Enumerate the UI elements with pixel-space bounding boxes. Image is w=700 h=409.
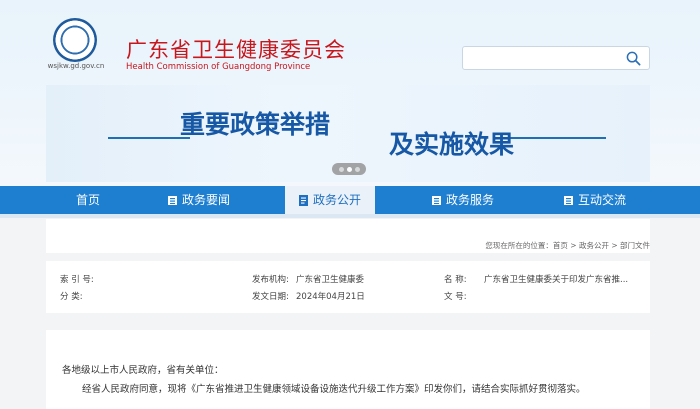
date-value: 2024年04月21日: [296, 292, 365, 302]
nav-item-interaction[interactable]: 互动交流: [564, 186, 626, 214]
docno-label: 文 号:: [444, 292, 467, 302]
document-meta-table: 索 引 号: 分 类: 发布机构: 广东省卫生健康委 发文日期: 2024年04…: [46, 261, 650, 313]
carousel-indicator: [332, 163, 366, 175]
carousel-dot[interactable]: [354, 166, 360, 172]
document-icon: [299, 194, 308, 206]
search-icon[interactable]: [626, 51, 641, 66]
site-logo[interactable]: [53, 18, 97, 62]
grid-icon: [564, 195, 573, 205]
nav-item-label: 互动交流: [578, 193, 627, 207]
nav-divider: [0, 214, 700, 218]
publisher-value: 广东省卫生健康委: [296, 275, 365, 285]
breadcrumb-panel: 您现在所在的位置：首页 > 政务公开 > 部门文件: [46, 219, 650, 253]
document-body: 各地级以上市人民政府，省有关单位： 经省人民政府同意，现将《广东省推进卫生健康领…: [46, 330, 650, 409]
grid-icon: [168, 195, 177, 205]
site-title-en: Health Commission of Guangdong Province: [126, 62, 311, 72]
banner-subtitle: 及实施效果: [389, 130, 515, 159]
search-input[interactable]: [462, 46, 650, 70]
nav-item-label: 政务服务: [446, 193, 495, 207]
nav-item-news[interactable]: 政务要闻: [168, 186, 230, 214]
title-value: 广东省卫生健康委关于印发广东省推...: [484, 275, 629, 285]
salutation: 各地级以上市人民政府，省有关单位：: [62, 365, 224, 376]
main-nav: 首页 政务要闻 政务公开 政务服务 互动交流: [0, 186, 700, 214]
date-label: 发文日期:: [252, 292, 289, 302]
nav-item-label: 政务要闻: [182, 193, 231, 207]
nav-item-label: 政务公开: [313, 193, 362, 207]
nav-item-label: 首页: [76, 193, 101, 207]
body-paragraph: 经省人民政府同意，现将《广东省推进卫生健康领域设备设施迭代升级工作方案》印发你们…: [82, 384, 586, 395]
banner-carousel[interactable]: 重要政策举措 及实施效果: [46, 85, 650, 182]
nav-item-services[interactable]: 政务服务: [432, 186, 494, 214]
nav-item-open-government[interactable]: 政务公开: [285, 186, 376, 214]
title-label: 名 称:: [444, 275, 467, 285]
nav-item-home[interactable]: 首页: [76, 186, 100, 214]
publisher-label: 发布机构:: [252, 275, 289, 285]
banner-decoration-line: [108, 137, 190, 139]
index-label: 索 引 号:: [60, 275, 94, 285]
banner-title: 重要政策举措: [180, 110, 331, 139]
carousel-dot[interactable]: [338, 166, 344, 172]
breadcrumb[interactable]: 您现在所在的位置：首页 > 政务公开 > 部门文件: [485, 240, 650, 251]
carousel-dot-active[interactable]: [346, 166, 352, 172]
category-label: 分 类:: [60, 292, 83, 302]
grid-icon: [432, 195, 441, 205]
site-title-cn[interactable]: 广东省卫生健康委员会: [126, 34, 346, 64]
site-domain: wsjkw.gd.gov.cn: [47, 62, 105, 70]
